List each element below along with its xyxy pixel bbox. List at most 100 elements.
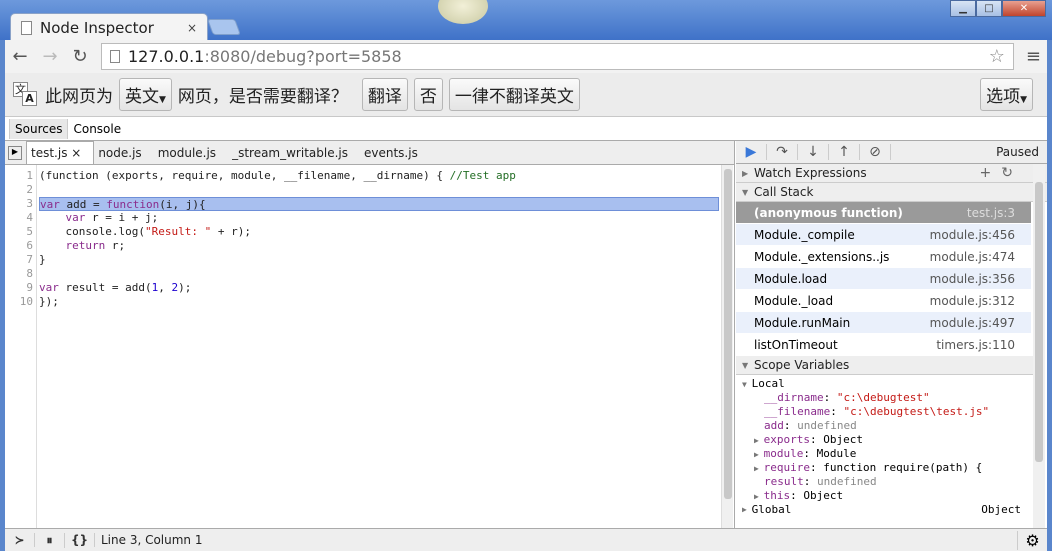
translate-button[interactable]: 翻译 [361,78,408,111]
tab-close-icon[interactable]: × [67,146,81,160]
scope-local[interactable]: ▼ Local [736,377,1031,391]
frame-location[interactable]: module.js:497 [930,312,1015,333]
menu-icon[interactable]: ≡ [1026,46,1041,67]
deactivate-breakpoints-icon[interactable]: ⊘ [860,144,891,160]
close-window-button[interactable]: ✕ [1002,0,1046,17]
frame-location[interactable]: timers.js:110 [936,334,1015,355]
file-tab[interactable]: events.js [360,142,430,164]
frame-location[interactable]: module.js:356 [930,268,1015,289]
code-line: var result = add(1, 2); [39,281,719,295]
code-line: }); [39,295,719,309]
step-into-icon[interactable]: ↓ [798,144,829,160]
file-tab[interactable]: module.js [154,142,228,164]
line-number[interactable]: 7 [5,253,37,267]
scope-variable[interactable]: ▶ require: function require(path) { [736,461,1031,475]
variable-value: undefined [817,475,877,488]
variable-name: __filename [764,405,831,418]
settings-gear-icon[interactable]: ⚙ [1017,530,1047,550]
pretty-print-icon[interactable]: {} [65,533,95,547]
maximize-button[interactable]: □ [976,0,1002,17]
options-button[interactable]: 选项▼ [980,78,1033,111]
scope-global[interactable]: ▶ Global Object [736,503,1031,517]
pause-on-exceptions-icon[interactable]: ⏸ [35,532,65,548]
line-number[interactable]: 3 [5,197,37,211]
dropdown-arrow-icon: ▼ [1020,95,1027,105]
tab-console[interactable]: Console [68,119,126,139]
reload-icon[interactable]: ↻ [71,46,89,67]
line-number[interactable]: 6 [5,239,37,253]
scroll-thumb[interactable] [1035,182,1043,462]
line-number[interactable]: 1 [5,169,37,183]
line-number[interactable]: 2 [5,183,37,197]
minimize-button[interactable]: ▁ [950,0,976,17]
scope-variable[interactable]: ▶ module: Module [736,447,1031,461]
dropdown-arrow-icon: ▼ [159,95,166,105]
back-icon[interactable]: ← [11,46,29,67]
tab-sources[interactable]: Sources [9,118,69,139]
line-number[interactable]: 8 [5,267,37,281]
language-select[interactable]: 英文▼ [119,78,172,111]
expand-icon: ▶ [742,505,752,514]
code-area[interactable]: 1 (function (exports, require, module, __… [5,165,721,528]
sidebar-scrollbar[interactable] [1033,164,1045,528]
watch-expressions-header[interactable]: ▶ Watch Expressions +↻ [736,164,1047,183]
step-out-icon[interactable]: ↑ [829,144,860,160]
toggle-drawer-icon[interactable]: ≻ [5,533,35,547]
expand-icon[interactable]: ▶ [754,436,764,445]
expand-icon[interactable]: ▶ [754,492,764,501]
editor-scrollbar[interactable] [721,165,733,528]
call-frame[interactable]: Module.load module.js:356 [736,268,1031,290]
frame-location[interactable]: module.js:312 [930,290,1015,311]
call-stack-header[interactable]: ▼ Call Stack [736,183,1047,202]
line-number[interactable]: 10 [5,295,37,309]
scope-variable[interactable]: ▶ exports: Object [736,433,1031,447]
variable-value: Module [816,447,857,460]
scroll-thumb[interactable] [724,169,732,499]
forward-icon[interactable]: → [41,46,59,67]
call-frame[interactable]: (anonymous function) test.js:3 [736,202,1031,224]
tab-close-icon[interactable]: × [187,21,197,35]
line-number[interactable]: 9 [5,281,37,295]
no-button[interactable]: 否 [413,78,443,111]
frame-location[interactable]: test.js:3 [967,202,1015,223]
scope-variable[interactable]: ▶ this: Object [736,489,1031,503]
code-line: console.log("Result: " + r); [39,225,719,239]
file-tab[interactable]: node.js [94,142,153,164]
frame-function: listOnTimeout [754,338,838,352]
call-frame[interactable]: Module._compile module.js:456 [736,224,1031,246]
toggle-navigator-icon[interactable]: ▶ [8,146,22,160]
code-token: console.log( [39,225,145,238]
line-number[interactable]: 4 [5,211,37,225]
new-tab-button[interactable] [207,19,241,35]
collapse-icon: ▼ [742,361,749,370]
file-tab[interactable]: _stream_writable.js [228,142,360,164]
frame-location[interactable]: module.js:456 [930,224,1015,245]
code-token: (i, j){ [159,198,206,211]
star-icon[interactable]: ☆ [989,46,1005,67]
tab-title: Node Inspector [40,18,154,37]
code-line: var add = function(i, j){ [39,197,719,211]
add-icon[interactable]: + [980,165,1002,181]
call-frame[interactable]: Module._load module.js:312 [736,290,1031,312]
expand-icon[interactable]: ▶ [754,450,764,459]
never-translate-button[interactable]: 一律不翻译英文 [448,78,580,111]
call-frame[interactable]: Module.runMain module.js:497 [736,312,1031,334]
url-path: :8080/debug?port=5858 [204,47,402,66]
address-bar[interactable]: 127.0.0.1:8080/debug?port=5858 ☆ [101,43,1014,70]
expand-icon[interactable]: ▶ [754,464,764,473]
frame-location[interactable]: module.js:474 [930,246,1015,267]
call-frame[interactable]: Module._extensions..js module.js:474 [736,246,1031,268]
call-frame[interactable]: listOnTimeout timers.js:110 [736,334,1031,356]
frame-function: Module._load [754,294,834,308]
step-over-icon[interactable]: ↷ [767,144,798,160]
browser-tab[interactable]: Node Inspector × [10,13,208,41]
refresh-icon[interactable]: ↻ [1001,165,1023,181]
resume-icon[interactable]: ▶ [736,144,767,160]
page-icon [21,20,32,35]
file-tab[interactable]: test.js × [26,141,95,164]
code-token: (function (exports, require, module, __f… [39,169,450,182]
scope-variables-header[interactable]: ▼ Scope Variables [736,356,1033,375]
line-number[interactable]: 5 [5,225,37,239]
code-token: r = i + j; [85,211,159,224]
